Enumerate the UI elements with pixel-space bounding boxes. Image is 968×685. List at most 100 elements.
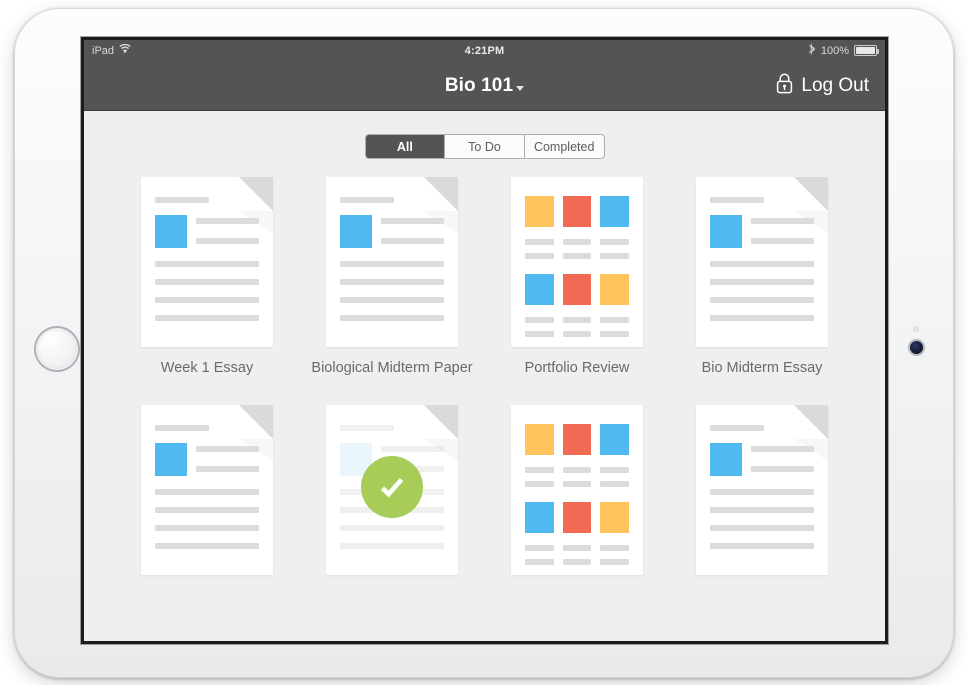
placeholder-text-line [562,317,592,323]
tab-completed[interactable]: Completed [525,135,604,158]
placeholder-text-line [340,543,444,550]
portfolio-tile [562,424,592,456]
assignments-list-view: All To Do Completed Week 1 Essay Biologic… [84,134,885,641]
placeholder-text-line [340,261,444,267]
placeholder-text-line [710,279,814,285]
placeholder-text-line [562,467,592,474]
navigation-bar: Bio 101 Log Out [84,61,885,111]
placeholder-text-line [751,238,814,244]
placeholder-text-line [155,525,259,532]
placeholder-text-line [525,559,554,566]
assignment-card[interactable] [303,405,481,576]
logout-button[interactable]: Log Out [775,72,869,99]
placeholder-text-line [196,446,259,453]
document-preview [141,177,273,347]
placeholder-text-line [710,297,814,303]
portfolio-tile [525,424,554,456]
ambient-sensor-icon [913,326,919,332]
document-thumbnail[interactable] [696,177,828,347]
placeholder-text-line [196,238,259,244]
logout-label: Log Out [801,74,869,96]
placeholder-text-line [525,253,554,259]
placeholder-text-line [562,545,592,552]
placeholder-text-line [525,481,554,488]
placeholder-text-line [562,559,592,566]
placeholder-text-line [600,331,629,337]
assignment-title: Biological Midterm Paper [311,360,473,376]
portfolio-tile [600,274,629,305]
image-placeholder [155,215,187,248]
portfolio-tile [525,502,554,534]
placeholder-text-line [562,331,592,337]
placeholder-text-line [600,481,629,488]
assignment-card[interactable] [673,405,851,576]
assignment-card[interactable] [118,405,296,576]
lock-icon [775,72,794,99]
portfolio-tile [525,196,554,227]
portfolio-tile [600,196,629,227]
portfolio-tile [600,502,629,534]
placeholder-text-line [155,489,259,496]
placeholder-text-line [562,239,592,245]
placeholder-text-line [710,507,814,514]
assignment-card-grid: Week 1 Essay Biological Midterm Paper Port… [115,177,855,576]
placeholder-text-line [381,218,444,224]
placeholder-text-line [710,261,814,267]
placeholder-text-line [751,218,814,224]
course-selector[interactable]: Bio 101 [84,75,885,97]
placeholder-text-line [340,525,444,532]
document-thumbnail[interactable] [696,405,828,576]
document-preview [696,405,828,575]
portfolio-preview [511,405,643,575]
preview-media-row [710,443,814,477]
preview-media-row [155,215,259,248]
portfolio-tile-row [525,502,629,566]
assignment-title: Portfolio Review [524,360,630,376]
placeholder-text-line [751,466,814,473]
placeholder-text-line [525,317,554,323]
tab-all[interactable]: All [365,135,446,158]
front-camera-icon [910,341,923,354]
image-placeholder [710,443,742,477]
home-button[interactable] [36,328,78,370]
placeholder-text-line [381,238,444,244]
placeholder-text-line [710,525,814,532]
placeholder-text-line [155,543,259,550]
chevron-down-icon [516,86,525,91]
placeholder-title-line [710,425,765,432]
placeholder-text-line [600,545,629,552]
status-bar: iPad 4:21PM 100% [84,40,885,61]
assignment-title: Week 1 Essay [160,360,254,376]
document-thumbnail[interactable] [326,177,458,347]
placeholder-text-line [525,331,554,337]
placeholder-text-line [155,261,259,267]
portfolio-tile [562,502,592,534]
portfolio-tile-row [525,196,629,259]
assignment-card[interactable]: Biological Midterm Paper [303,177,481,379]
placeholder-text-line [155,315,259,321]
placeholder-title-line [710,197,765,203]
ipad-screen: iPad 4:21PM 100% Bio 101 Log Out All To … [84,40,885,641]
portfolio-thumbnail[interactable] [511,177,643,347]
placeholder-text-line [710,543,814,550]
placeholder-text-line [562,253,592,259]
placeholder-title-line [340,425,395,432]
assignment-card[interactable] [488,405,666,576]
placeholder-text-line [340,315,444,321]
placeholder-text-line [155,279,259,285]
document-thumbnail[interactable] [141,177,273,347]
assignment-card[interactable]: Bio Midterm Essay [673,177,851,379]
document-preview [696,177,828,347]
portfolio-thumbnail[interactable] [511,405,643,576]
battery-percent-label: 100% [820,44,849,57]
portfolio-tile [525,274,554,305]
tab-to-do[interactable]: To Do [445,135,525,158]
placeholder-text-line [600,559,629,566]
document-thumbnail[interactable] [141,405,273,576]
placeholder-text-line [751,446,814,453]
document-thumbnail[interactable] [326,405,458,576]
assignment-card[interactable]: Week 1 Essay [118,177,296,379]
filter-segmented-control[interactable]: All To Do Completed [364,134,605,159]
placeholder-text-line [196,466,259,473]
assignment-card[interactable]: Portfolio Review [488,177,666,379]
